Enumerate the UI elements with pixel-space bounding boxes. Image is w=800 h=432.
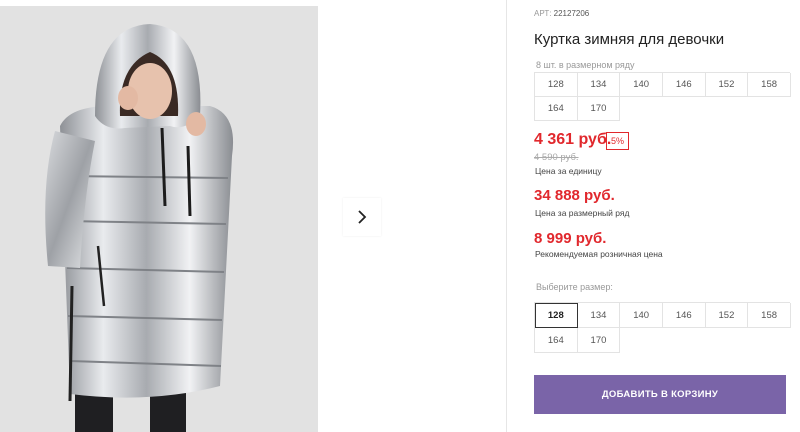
- article-value: 22127206: [553, 9, 590, 18]
- row-price-label: Цена за размерный ряд: [535, 208, 630, 218]
- retail-price: 8 999 руб.: [534, 230, 607, 247]
- size-row-caption: 8 шт. в размерном ряду: [536, 60, 635, 70]
- size-option-128[interactable]: 128: [535, 303, 578, 328]
- size-row-cell: 152: [705, 73, 749, 97]
- size-option-146[interactable]: 146: [662, 303, 706, 328]
- product-gallery: [0, 0, 506, 432]
- size-row-cell: 128: [535, 73, 578, 97]
- product-photo[interactable]: [0, 6, 318, 432]
- size-option-152[interactable]: 152: [705, 303, 749, 328]
- article-label: АРТ:: [534, 9, 552, 18]
- size-row-grid: 128 134 140 146 152 158 164 170: [534, 72, 791, 121]
- size-row-cell: 134: [577, 73, 621, 97]
- size-select-caption: Выберите размер:: [536, 282, 613, 292]
- unit-price: 4 361 руб.: [534, 131, 612, 148]
- chevron-right-icon: [358, 210, 367, 224]
- unit-price-label: Цена за единицу: [535, 166, 602, 176]
- size-option-140[interactable]: 140: [620, 303, 663, 328]
- size-row-cell: 146: [662, 73, 706, 97]
- size-option-170[interactable]: 170: [577, 328, 621, 353]
- size-select-grid: 128 134 140 146 152 158 164 170: [534, 302, 791, 353]
- next-image-button[interactable]: [343, 198, 381, 236]
- size-row-cell: 170: [577, 97, 621, 121]
- size-option-164[interactable]: 164: [535, 328, 578, 353]
- article-number: АРТ: 22127206: [534, 9, 589, 18]
- divider: [506, 0, 507, 432]
- retail-price-label: Рекомендуемая розничная цена: [535, 249, 663, 259]
- add-to-cart-button[interactable]: ДОБАВИТЬ В КОРЗИНУ: [534, 375, 786, 414]
- size-row-cell: 140: [620, 73, 663, 97]
- old-price: 4 590 руб.: [534, 152, 579, 163]
- discount-badge: 5%: [606, 132, 630, 150]
- row-price: 34 888 руб.: [534, 187, 615, 204]
- product-title: Куртка зимняя для девочки: [534, 31, 725, 48]
- size-option-158[interactable]: 158: [748, 303, 791, 328]
- jacket-illustration: [0, 6, 318, 432]
- size-row-cell: 158: [748, 73, 791, 97]
- size-option-134[interactable]: 134: [577, 303, 621, 328]
- size-row-cell: 164: [535, 97, 578, 121]
